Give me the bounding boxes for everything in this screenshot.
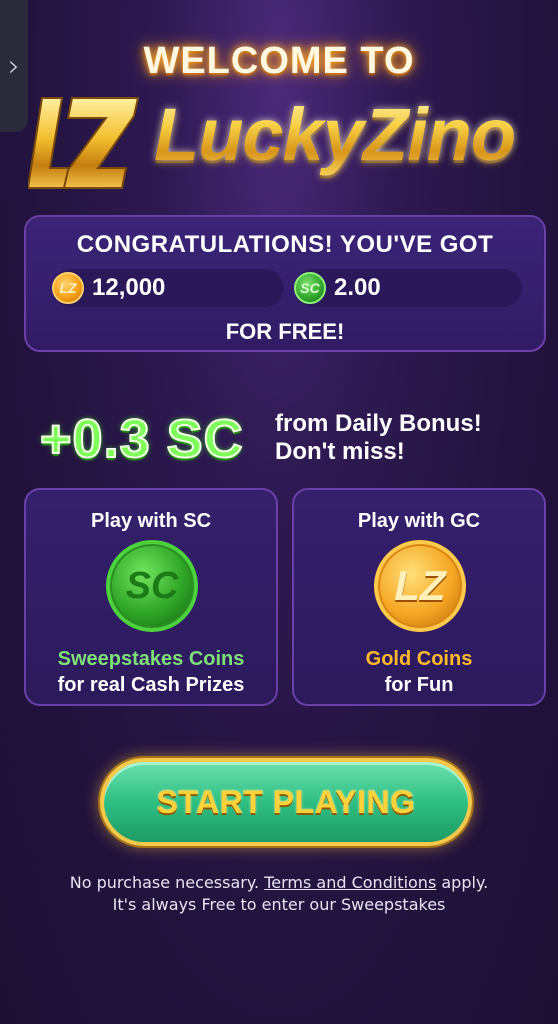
bonus-amount: +0.3 SC <box>39 408 244 470</box>
disclaimer-line2: It's always Free to enter our Sweepstake… <box>112 895 446 914</box>
brand-logo: LuckyZino <box>24 88 554 198</box>
disclaimer-suffix: apply. <box>441 873 489 892</box>
start-playing-button[interactable]: START PLAYING <box>100 758 472 846</box>
sweeps-coin-amount: SC 2.00 <box>294 269 522 307</box>
gold-coin-icon: LZ <box>374 540 466 632</box>
sweeps-coin-icon: SC <box>294 272 326 304</box>
mode-currency-name: Sweepstakes Coins <box>57 648 245 670</box>
mode-title: Play with GC <box>357 510 481 532</box>
sc-amount-value: 2.00 <box>334 274 381 301</box>
legal-disclaimer: No purchase necessary. Terms and Conditi… <box>0 872 558 916</box>
play-with-sc-card[interactable]: Play with SC SC Sweepstakes Coins for re… <box>24 488 278 706</box>
for-free-label: FOR FREE! <box>225 319 345 344</box>
play-with-gc-card[interactable]: Play with GC LZ Gold Coins for Fun <box>292 488 546 706</box>
gold-amount-value: 12,000 <box>92 274 166 301</box>
mode-currency-name: Gold Coins <box>365 648 473 670</box>
daily-bonus-banner: +0.3 SC from Daily Bonus! Don't miss! <box>39 408 540 470</box>
lz-logo-icon <box>28 97 140 189</box>
sweeps-coin-icon: SC <box>106 540 198 632</box>
terms-link[interactable]: Terms and Conditions <box>264 873 436 892</box>
gold-coin-icon: LZ <box>52 272 84 304</box>
congrats-title: CONGRATULATIONS! YOU'VE GOT <box>76 231 494 258</box>
gold-coin-amount: LZ 12,000 <box>52 269 284 307</box>
mode-description: for Fun <box>384 674 454 696</box>
welcome-heading: WELCOME TO <box>143 40 415 82</box>
mode-description: for real Cash Prizes <box>57 674 245 696</box>
logo-wordmark: LuckyZino <box>154 93 516 176</box>
disclaimer-prefix: No purchase necessary. <box>69 873 260 892</box>
welcome-reward-card: CONGRATULATIONS! YOU'VE GOT LZ 12,000 SC… <box>24 215 546 352</box>
mode-title: Play with SC <box>90 510 212 532</box>
start-playing-label: START PLAYING <box>156 783 416 820</box>
bonus-description: from Daily Bonus! Don't miss! <box>275 410 482 465</box>
